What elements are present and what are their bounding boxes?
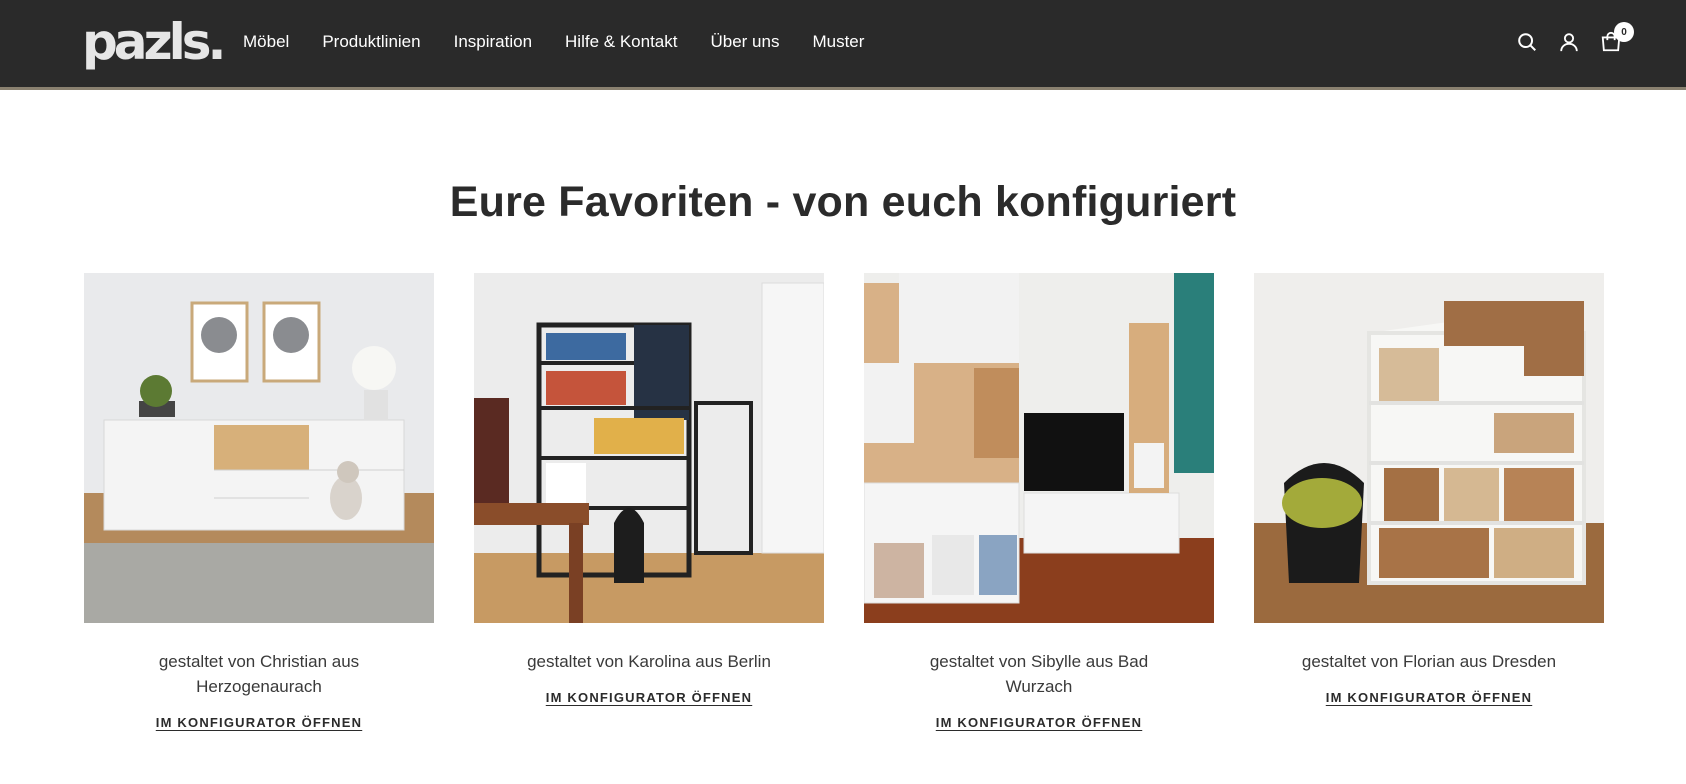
open-configurator-link[interactable]: IM KONFIGURATOR ÖFFNEN <box>936 715 1142 730</box>
favorite-image-tv-wall[interactable] <box>864 273 1214 623</box>
search-icon <box>1518 33 1536 51</box>
nav-item-moebel[interactable]: Möbel <box>243 30 289 54</box>
favorite-image-bookshelf[interactable] <box>474 273 824 623</box>
site-header: pazls. Möbel Produktlinien Inspiration H… <box>0 0 1686 90</box>
favorite-card: gestaltet von Sibylle aus Bad Wurzach IM… <box>864 273 1214 731</box>
nav-item-hilfe-kontakt[interactable]: Hilfe & Kontakt <box>565 30 677 54</box>
card-caption: gestaltet von Karolina aus Berlin <box>527 652 771 671</box>
open-configurator-link[interactable]: IM KONFIGURATOR ÖFFNEN <box>156 715 362 730</box>
brand-logo[interactable]: pazls. <box>82 14 227 70</box>
favorite-card: gestaltet von Florian aus Dresden IM KON… <box>1254 273 1604 731</box>
card-caption: gestaltet von Sibylle aus Bad Wurzach <box>929 652 1149 696</box>
nav-item-ueber-uns[interactable]: Über uns <box>710 30 779 54</box>
account-button[interactable] <box>1556 28 1582 56</box>
nav-item-produktlinien[interactable]: Produktlinien <box>322 30 420 54</box>
main-nav: Möbel Produktlinien Inspiration Hilfe & … <box>243 30 897 54</box>
cart-button[interactable]: 0 <box>1598 22 1634 56</box>
card-caption: gestaltet von Christian aus Herzogenaura… <box>158 652 360 696</box>
search-button[interactable] <box>1514 28 1540 56</box>
open-configurator-link[interactable]: IM KONFIGURATOR ÖFFNEN <box>546 690 752 705</box>
card-caption: gestaltet von Florian aus Dresden <box>1301 652 1557 671</box>
favorite-card: gestaltet von Karolina aus Berlin IM KON… <box>474 273 824 731</box>
cart-count-badge: 0 <box>1614 22 1634 42</box>
favorites-grid: gestaltet von Christian aus Herzogenaura… <box>84 273 1604 731</box>
header-actions: 0 <box>1498 22 1634 56</box>
favorite-card: gestaltet von Christian aus Herzogenaura… <box>84 273 434 731</box>
favorite-image-sideboard[interactable] <box>84 273 434 623</box>
account-icon <box>1560 33 1578 52</box>
nav-item-inspiration[interactable]: Inspiration <box>454 30 532 54</box>
open-configurator-link[interactable]: IM KONFIGURATOR ÖFFNEN <box>1326 690 1532 705</box>
favorite-image-shelf-wall[interactable] <box>1254 273 1604 623</box>
nav-item-muster[interactable]: Muster <box>812 30 864 54</box>
section-title: Eure Favoriten - von euch konfiguriert <box>449 178 1237 226</box>
